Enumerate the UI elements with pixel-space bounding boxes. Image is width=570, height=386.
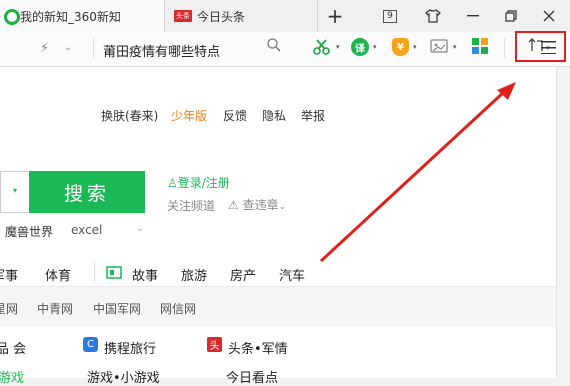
arrow-shaft — [319, 89, 507, 263]
annotation-arrow — [319, 82, 516, 263]
